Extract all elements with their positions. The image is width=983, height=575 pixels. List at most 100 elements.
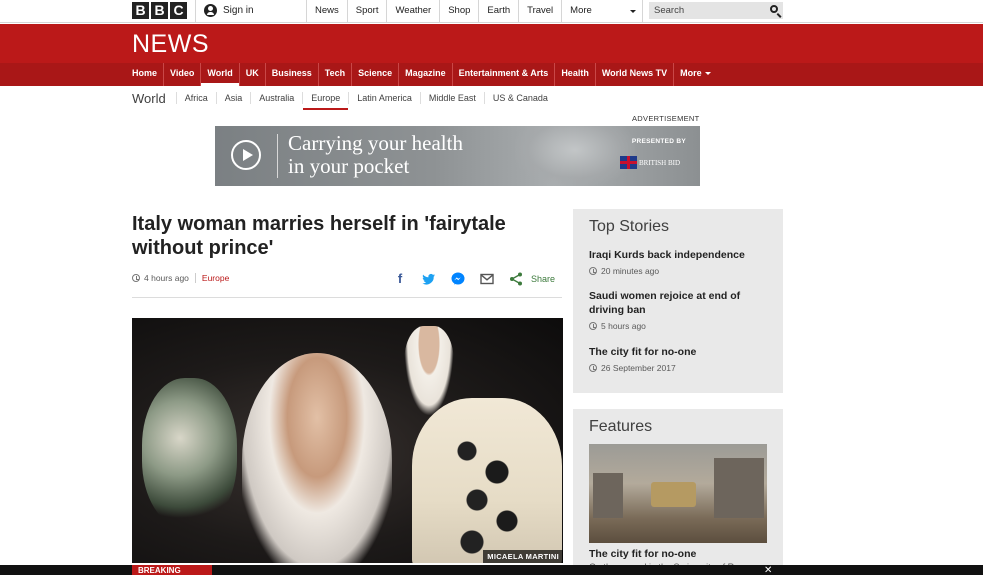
top-story-title[interactable]: Iraqi Kurds back independence: [589, 248, 774, 262]
top-nav-news[interactable]: News: [306, 0, 347, 23]
divider: [132, 297, 562, 298]
messenger-icon[interactable]: [450, 271, 466, 287]
top-nav-sport[interactable]: Sport: [346, 0, 387, 23]
subnav-latin-america[interactable]: Latin America: [348, 92, 420, 104]
image-bride: [242, 353, 392, 563]
sign-in-label: Sign in: [223, 5, 254, 16]
top-nav-weather[interactable]: Weather: [386, 0, 439, 23]
ad-headline-line1: Carrying your health: [288, 131, 463, 155]
top-nav-shop[interactable]: Shop: [439, 0, 478, 23]
user-icon: [204, 4, 217, 17]
ad-presented-by: PRESENTED BY: [631, 138, 686, 145]
breaking-news-bar[interactable]: BREAKING ✕: [0, 565, 983, 575]
chevron-down-icon: [630, 10, 637, 13]
bbc-logo[interactable]: B B C: [132, 2, 187, 19]
section-title[interactable]: World: [132, 91, 166, 106]
play-icon[interactable]: [231, 140, 261, 170]
search-placeholder: Search: [654, 5, 685, 16]
share-tools: f Share: [392, 271, 555, 287]
share-button[interactable]: Share: [531, 274, 555, 284]
chevron-down-icon: [704, 72, 711, 76]
article-main-image: MICAELA MARTINI: [132, 318, 563, 563]
search-input[interactable]: Search: [649, 2, 783, 19]
nav-science[interactable]: Science: [352, 63, 400, 86]
nav-home[interactable]: Home: [126, 63, 165, 86]
ad-divider: [277, 134, 278, 178]
subnav-africa[interactable]: Africa: [175, 92, 216, 104]
subnav-europe[interactable]: Europe: [302, 92, 349, 110]
nav-world[interactable]: World: [201, 63, 240, 86]
article-timestamp: 4 hours ago: [144, 273, 189, 283]
nav-world-news-tv[interactable]: World News TV: [596, 63, 675, 86]
clock-icon: [589, 267, 597, 275]
subnav-us-canada[interactable]: US & Canada: [483, 92, 556, 104]
subnav-asia[interactable]: Asia: [215, 92, 251, 104]
image-building: [593, 473, 623, 518]
subnav-middle-east[interactable]: Middle East: [419, 92, 484, 104]
nav-more-label: More: [680, 68, 702, 78]
nav-entertainment-arts[interactable]: Entertainment & Arts: [453, 63, 556, 86]
close-icon[interactable]: ✕: [764, 565, 772, 575]
nav-more[interactable]: More: [674, 63, 717, 86]
image-roses: [437, 423, 537, 563]
divider: [194, 273, 196, 283]
top-nav-travel[interactable]: Travel: [518, 0, 561, 23]
feature-image[interactable]: [589, 444, 767, 543]
top-story-time: 5 hours ago: [589, 321, 774, 331]
top-story-time-label: 5 hours ago: [601, 321, 646, 331]
search-icon[interactable]: [770, 5, 778, 13]
nav-tech[interactable]: Tech: [319, 63, 353, 86]
image-flowers: [142, 378, 237, 528]
nav-magazine[interactable]: Magazine: [399, 63, 453, 86]
nav-health[interactable]: Health: [555, 63, 596, 86]
breaking-label: BREAKING: [132, 565, 212, 575]
top-nav-earth[interactable]: Earth: [478, 0, 518, 23]
image-building: [714, 458, 764, 518]
top-story-title[interactable]: The city fit for no-one: [589, 345, 774, 359]
top-story-item[interactable]: Saudi women rejoice at end of driving ba…: [589, 289, 774, 331]
news-nav-bar: Home Video World UK Business Tech Scienc…: [0, 63, 983, 86]
top-nav-more-label: More: [570, 5, 592, 16]
email-icon[interactable]: [479, 271, 495, 287]
top-story-title[interactable]: Saudi women rejoice at end of driving ba…: [589, 289, 774, 317]
sign-in-link[interactable]: Sign in: [204, 4, 254, 17]
top-story-item[interactable]: The city fit for no-one 26 September 201…: [589, 345, 774, 373]
bbc-top-nav: News Sport Weather Shop Earth Travel Mor…: [306, 0, 644, 23]
article-headline: Italy woman marries herself in 'fairytal…: [132, 213, 506, 259]
twitter-icon[interactable]: [421, 271, 437, 287]
clock-icon: [589, 364, 597, 372]
top-story-time: 20 minutes ago: [589, 266, 774, 276]
news-main-nav: Home Video World UK Business Tech Scienc…: [126, 63, 717, 86]
union-jack-icon: [620, 156, 637, 169]
subnav-australia[interactable]: Australia: [250, 92, 302, 104]
bbc-logo-letter: B: [151, 2, 168, 19]
image-cake-topper: [404, 326, 454, 416]
bbc-top-bar: B B C Sign in News Sport Weather Shop Ea…: [0, 0, 983, 23]
divider: [195, 0, 196, 23]
features-title: Features: [589, 418, 653, 435]
bbc-logo-letter: B: [132, 2, 149, 19]
news-header: NEWS: [0, 24, 983, 63]
features-panel: Features The city fit for no-one On the …: [573, 409, 783, 575]
top-nav-more[interactable]: More: [561, 0, 644, 23]
image-credit: MICAELA MARTINI: [483, 550, 563, 563]
top-story-time: 26 September 2017: [589, 363, 774, 373]
clock-icon: [589, 322, 597, 330]
ad-sponsor: BRITISH BID: [639, 159, 681, 167]
article-category-link[interactable]: Europe: [202, 273, 229, 283]
bbc-logo-letter: C: [170, 2, 187, 19]
facebook-icon[interactable]: f: [392, 271, 408, 287]
top-stories-panel: Top Stories Iraqi Kurds back independenc…: [573, 209, 783, 393]
advertisement-label: ADVERTISEMENT: [632, 114, 700, 123]
news-logo[interactable]: NEWS: [132, 30, 209, 59]
share-icon[interactable]: [508, 271, 524, 287]
ad-background-image: [515, 126, 635, 186]
nav-video[interactable]: Video: [164, 63, 202, 86]
advertisement-banner[interactable]: Carrying your health in your pocket PRES…: [215, 126, 700, 186]
top-story-item[interactable]: Iraqi Kurds back independence 20 minutes…: [589, 248, 774, 276]
article-meta: 4 hours ago Europe: [132, 273, 229, 283]
nav-business[interactable]: Business: [266, 63, 319, 86]
feature-title[interactable]: The city fit for no-one: [589, 548, 696, 560]
nav-uk[interactable]: UK: [240, 63, 266, 86]
top-story-time-label: 20 minutes ago: [601, 266, 660, 276]
